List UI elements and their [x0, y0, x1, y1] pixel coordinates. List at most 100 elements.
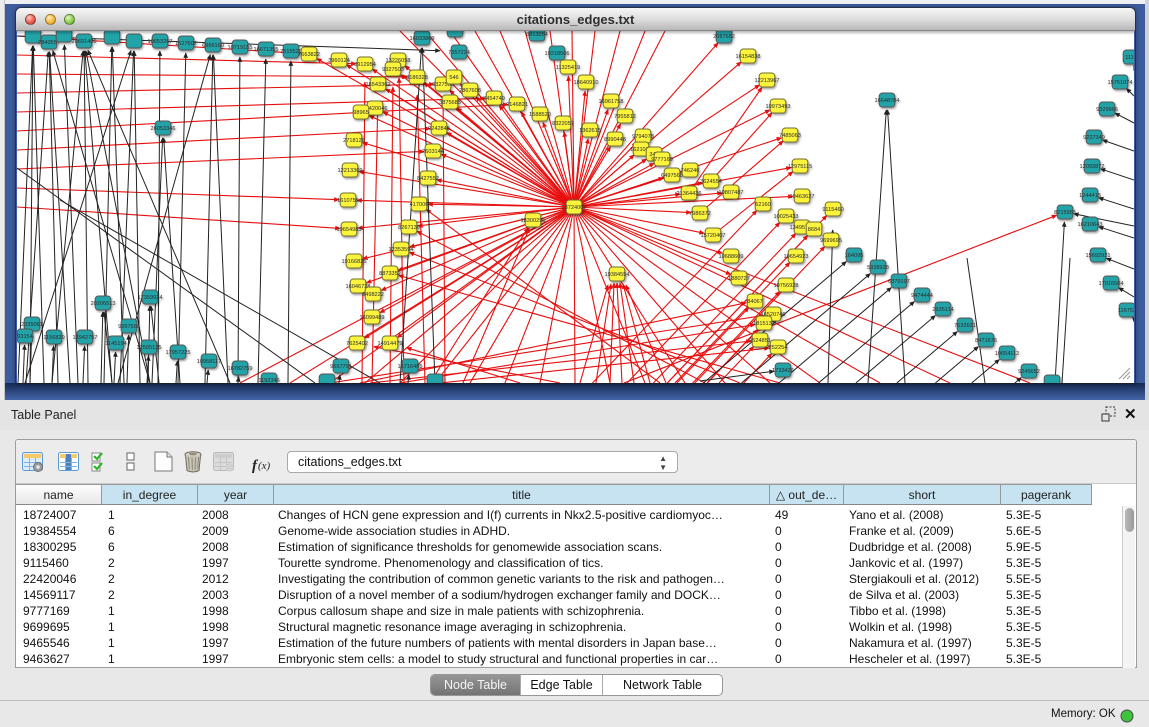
svg-text:6966160: 6966160	[202, 43, 224, 49]
svg-text:20691406: 20691406	[72, 39, 97, 45]
svg-text:9327503: 9327503	[382, 67, 404, 73]
svg-text:19463627: 19463627	[790, 194, 815, 200]
svg-text:9699695: 9699695	[820, 238, 842, 244]
svg-text:1112: 1112	[1125, 55, 1134, 61]
svg-text:12505135: 12505135	[137, 345, 162, 351]
svg-text:7485063: 7485063	[779, 133, 801, 139]
svg-text:14914479: 14914479	[378, 341, 403, 347]
svg-text:10958117: 10958117	[197, 359, 221, 365]
svg-text:2603144: 2603144	[422, 149, 444, 155]
svg-text:12975115: 12975115	[788, 164, 812, 170]
svg-text:12213967: 12213967	[755, 78, 780, 84]
svg-text:2935114: 2935114	[932, 307, 953, 313]
svg-text:11325419: 11325419	[556, 65, 580, 71]
svg-text:19756928: 19756928	[774, 283, 799, 289]
svg-text:9227349: 9227349	[1083, 135, 1105, 141]
svg-text:18300295: 18300295	[521, 218, 546, 224]
svg-text:9794078: 9794078	[632, 134, 654, 140]
svg-text:10688609: 10688609	[719, 254, 744, 260]
svg-text:62160: 62160	[755, 202, 771, 208]
svg-text:17957225: 17957225	[166, 350, 191, 356]
svg-text:19654983: 19654983	[337, 227, 362, 233]
svg-text:98965: 98965	[353, 110, 369, 116]
svg-text:9245652: 9245652	[1018, 369, 1040, 375]
svg-text:18640910: 18640910	[574, 80, 599, 86]
svg-text:1527602: 1527602	[175, 41, 197, 47]
svg-text:1610755: 1610755	[337, 198, 359, 204]
svg-text:2335061: 2335061	[21, 322, 43, 328]
svg-text:93154: 93154	[17, 334, 33, 340]
svg-text:252254: 252254	[769, 345, 788, 351]
svg-text:8684: 8684	[808, 227, 820, 233]
svg-text:1588520: 1588520	[529, 112, 551, 118]
svg-text:20206513: 20206513	[91, 301, 116, 307]
svg-text:16099489: 16099489	[360, 315, 385, 321]
svg-text:18724007: 18724007	[562, 205, 587, 211]
svg-text:1156829: 1156829	[43, 335, 64, 341]
svg-text:3960124: 3960124	[328, 58, 350, 64]
svg-text:3624554: 3624554	[700, 179, 722, 185]
svg-text:16648784: 16648784	[875, 98, 900, 104]
svg-text:19166825: 19166825	[342, 259, 367, 265]
svg-text:21364436: 21364436	[677, 191, 702, 197]
svg-text:8454749: 8454749	[483, 96, 505, 102]
svg-text:3498222: 3498222	[362, 292, 384, 298]
svg-text:6379197: 6379197	[888, 279, 910, 285]
svg-text:8990448: 8990448	[604, 137, 626, 143]
svg-text:1733426: 1733426	[772, 368, 794, 374]
svg-text:15720407: 15720407	[701, 233, 726, 239]
svg-text:19218506: 19218506	[545, 51, 570, 57]
svg-text:8186328: 8186328	[406, 75, 428, 81]
svg-text:546: 546	[449, 75, 458, 81]
svg-text:7663822: 7663822	[298, 52, 320, 58]
svg-text:10807487: 10807487	[719, 190, 744, 196]
svg-text:9115460: 9115460	[822, 207, 843, 213]
svg-text:1880727: 1880727	[728, 276, 750, 282]
svg-text:16210643: 16210643	[1078, 222, 1103, 228]
svg-text:9474444: 9474444	[911, 293, 933, 299]
svg-text:15692921: 15692921	[1086, 253, 1111, 259]
svg-text:15751074: 15751074	[1108, 80, 1133, 86]
svg-text:1362615: 1362615	[579, 128, 601, 134]
svg-text:7986372: 7986372	[689, 211, 711, 217]
svg-text:10025433: 10025433	[774, 214, 799, 220]
svg-text:9524851: 9524851	[749, 338, 771, 344]
svg-text:12942757: 12942757	[73, 335, 98, 341]
svg-text:746246: 746246	[681, 168, 700, 174]
svg-text:1192346: 1192346	[258, 378, 279, 383]
svg-text:9657791: 9657791	[330, 364, 352, 370]
svg-text:8267130: 8267130	[398, 225, 420, 231]
svg-text:8427552: 8427552	[417, 176, 439, 182]
svg-text:7632621: 7632621	[954, 323, 976, 329]
svg-text:8322057: 8322057	[552, 121, 574, 127]
svg-text:7625402: 7625402	[346, 341, 368, 347]
svg-text:2718126: 2718126	[343, 138, 365, 144]
svg-text:1815132: 1815132	[753, 321, 775, 327]
svg-text:7955812: 7955812	[614, 114, 636, 120]
svg-text:19384554: 19384554	[605, 272, 630, 278]
svg-text:16671355: 16671355	[254, 47, 279, 53]
svg-text:10973493: 10973493	[766, 104, 791, 110]
svg-text:17016504: 17016504	[1099, 281, 1124, 287]
svg-text:16782759: 16782759	[228, 366, 253, 372]
svg-text:8873352: 8873352	[379, 271, 401, 277]
svg-text:9242848: 9242848	[428, 126, 450, 132]
svg-text:417006: 417006	[410, 202, 429, 208]
svg-text:9397568: 9397568	[118, 324, 140, 330]
svg-text:10719155: 10719155	[228, 45, 253, 51]
svg-text:2867608: 2867608	[459, 88, 481, 94]
svg-text:6497568: 6497568	[661, 173, 683, 179]
svg-text:3912954: 3912954	[354, 62, 376, 68]
svg-text:15716485: 15716485	[398, 364, 423, 370]
svg-text:10654112: 10654112	[995, 351, 1019, 357]
svg-text:1145194: 1145194	[105, 341, 126, 347]
svg-text:3875685: 3875685	[439, 100, 461, 106]
svg-text:12093872: 12093872	[1080, 164, 1105, 170]
svg-text:26053346: 26053346	[151, 126, 176, 132]
svg-text:16543362: 16543362	[366, 82, 391, 88]
svg-text:17359924: 17359924	[138, 295, 163, 301]
svg-text:8471676: 8471676	[975, 338, 997, 344]
svg-text:7357224: 7357224	[448, 50, 470, 56]
svg-text:9146821: 9146821	[506, 102, 528, 108]
svg-text:10653267: 10653267	[148, 39, 173, 45]
